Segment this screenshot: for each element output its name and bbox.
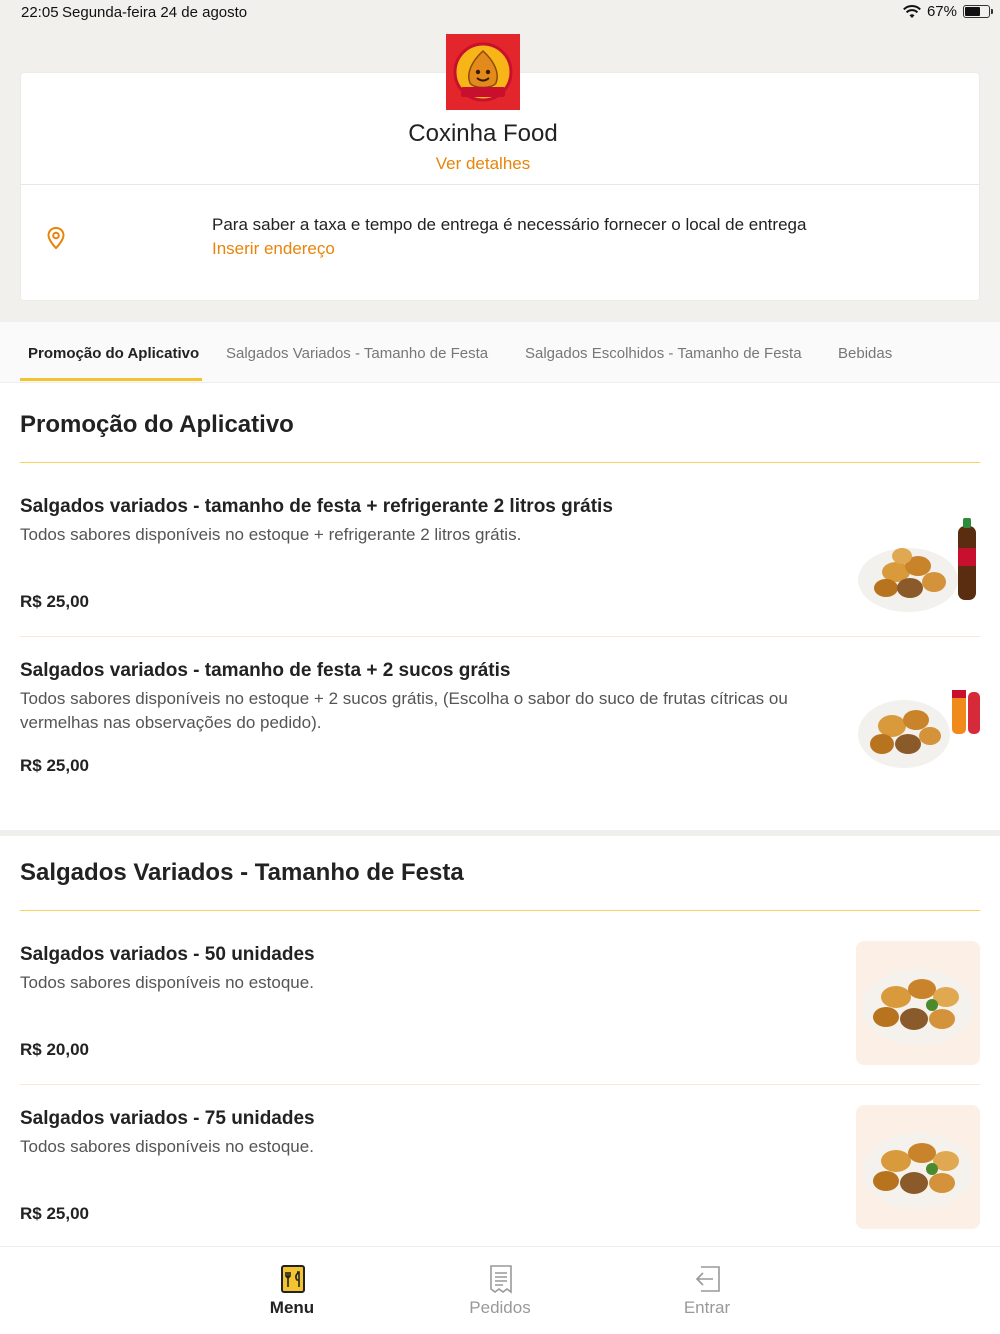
nav-menu[interactable]: Menu bbox=[232, 1247, 352, 1334]
login-icon bbox=[695, 1266, 720, 1292]
item-name: Salgados variados - tamanho de festa + r… bbox=[20, 496, 613, 517]
item-image bbox=[856, 508, 980, 632]
snacks-platter-icon bbox=[862, 969, 974, 1045]
category-tabs: Promoção do Aplicativo Salgados Variados… bbox=[0, 322, 1000, 383]
nav-login[interactable]: Entrar bbox=[647, 1247, 767, 1334]
insert-address-link[interactable]: Inserir endereço bbox=[212, 239, 335, 259]
item-image bbox=[856, 670, 980, 794]
menu-item[interactable]: Salgados variados - 50 unidades Todos sa… bbox=[20, 941, 980, 1084]
nav-orders-label: Pedidos bbox=[469, 1298, 531, 1317]
section-divider bbox=[20, 910, 980, 911]
bottom-nav: Menu Pedidos Entrar bbox=[0, 1246, 1000, 1334]
menu-item[interactable]: Salgados variados - tamanho de festa + r… bbox=[20, 496, 980, 636]
item-image bbox=[856, 1105, 980, 1229]
tab-salgados-escolhidos[interactable]: Salgados Escolhidos - Tamanho de Festa bbox=[525, 345, 802, 362]
item-divider bbox=[20, 636, 980, 637]
item-price: R$ 20,00 bbox=[20, 1040, 89, 1059]
menu-book-icon bbox=[281, 1265, 305, 1293]
item-name: Salgados variados - tamanho de festa + 2… bbox=[20, 660, 511, 681]
item-description: Todos sabores disponíveis no estoque. bbox=[20, 1137, 314, 1156]
tab-promocao-aplicativo[interactable]: Promoção do Aplicativo bbox=[28, 345, 199, 362]
section-divider bbox=[20, 462, 980, 463]
status-right: 67% bbox=[903, 3, 993, 20]
receipt-icon bbox=[490, 1265, 512, 1294]
battery-percent: 67% bbox=[926, 3, 957, 20]
nav-orders[interactable]: Pedidos bbox=[440, 1247, 560, 1334]
restaurant-name: Coxinha Food bbox=[408, 120, 558, 147]
menu-item[interactable]: Salgados variados - tamanho de festa + 2… bbox=[20, 660, 980, 810]
item-price: R$ 25,00 bbox=[20, 1204, 89, 1223]
snacks-with-juice-icon bbox=[858, 690, 980, 768]
nav-login-label: Entrar bbox=[683, 1298, 731, 1317]
item-image bbox=[856, 941, 980, 1065]
delivery-notice: Para saber a taxa e tempo de entrega é n… bbox=[212, 215, 807, 234]
location-pin-icon bbox=[47, 226, 65, 250]
restaurant-logo bbox=[446, 34, 520, 110]
coxinha-logo-icon bbox=[453, 42, 513, 102]
item-price: R$ 25,00 bbox=[20, 592, 89, 611]
wifi-icon bbox=[903, 4, 921, 18]
snacks-with-soda-icon bbox=[858, 518, 976, 612]
tab-bebidas[interactable]: Bebidas bbox=[838, 345, 892, 362]
snacks-platter-icon bbox=[862, 1133, 974, 1209]
view-details-link[interactable]: Ver detalhes bbox=[0, 154, 966, 174]
status-date: Segunda-feira 24 de agosto bbox=[62, 4, 248, 21]
item-divider bbox=[20, 1084, 980, 1085]
item-description: Todos sabores disponíveis no estoque. bbox=[20, 973, 314, 992]
active-tab-indicator bbox=[20, 378, 202, 381]
card-divider bbox=[20, 184, 980, 185]
item-description: Todos sabores disponíveis no estoque + r… bbox=[20, 525, 522, 544]
section-title: Promoção do Aplicativo bbox=[20, 411, 294, 438]
battery-icon bbox=[963, 5, 993, 18]
item-price: R$ 25,00 bbox=[20, 756, 89, 775]
item-name: Salgados variados - 50 unidades bbox=[20, 944, 315, 965]
tab-salgados-variados[interactable]: Salgados Variados - Tamanho de Festa bbox=[226, 345, 488, 362]
nav-menu-label: Menu bbox=[269, 1298, 315, 1317]
menu-item[interactable]: Salgados variados - 75 unidades Todos sa… bbox=[20, 1105, 980, 1238]
section-title: Salgados Variados - Tamanho de Festa bbox=[20, 859, 464, 886]
item-description: Todos sabores disponíveis no estoque + 2… bbox=[20, 689, 788, 732]
status-time: 22:05 bbox=[21, 4, 59, 21]
status-bar: 22:05 Segunda-feira 24 de agosto 67% bbox=[0, 0, 1000, 25]
item-name: Salgados variados - 75 unidades bbox=[20, 1108, 315, 1129]
section-separator bbox=[0, 830, 1000, 836]
